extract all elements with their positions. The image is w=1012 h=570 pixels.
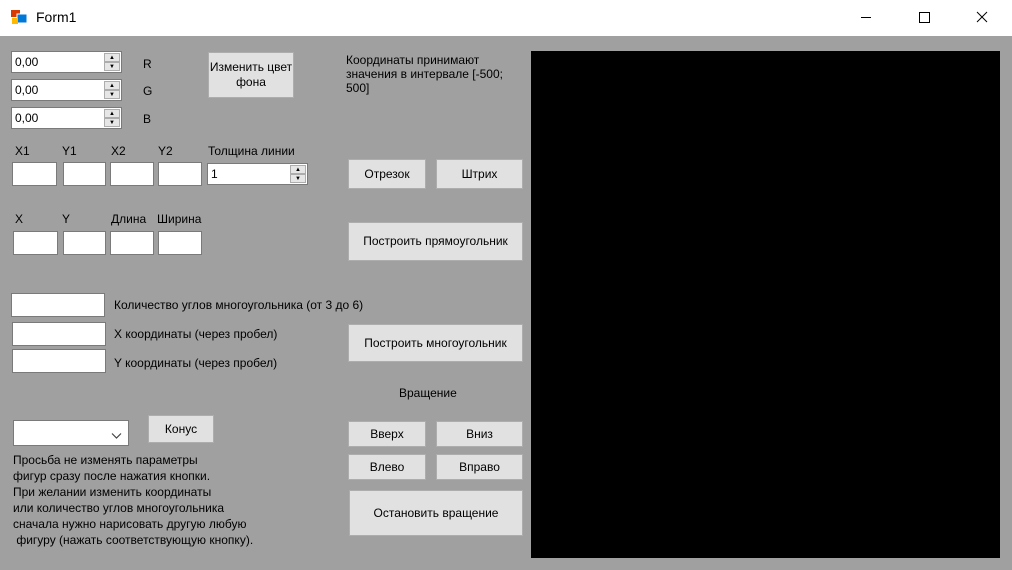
spin-down-icon[interactable]: ▼ xyxy=(104,62,120,71)
x2-input[interactable] xyxy=(110,162,154,186)
polygon-y-label: Y координаты (через пробел) xyxy=(114,356,278,370)
r-label: R xyxy=(143,57,152,71)
note-line: фигур сразу после нажатия кнопки. xyxy=(13,469,211,483)
g-value: 0,00 xyxy=(15,83,39,97)
minimize-button[interactable] xyxy=(843,0,889,36)
rect-y-input[interactable] xyxy=(63,231,106,255)
thickness-label: Толщина линии xyxy=(208,144,295,158)
note-line: Просьба не изменять параметры xyxy=(13,453,198,467)
shape-dropdown[interactable] xyxy=(13,420,129,446)
g-label: G xyxy=(143,84,153,98)
g-numeric-input[interactable]: 0,00 ▲ ▼ xyxy=(11,79,122,101)
y2-label: Y2 xyxy=(158,144,173,158)
thickness-numeric-input[interactable]: 1 ▲ ▼ xyxy=(207,163,308,185)
rect-x-label: X xyxy=(15,212,24,226)
r-spinner[interactable]: ▲ ▼ xyxy=(104,53,120,71)
y1-input[interactable] xyxy=(63,162,106,186)
note-line: сначала нужно нарисовать другую любую xyxy=(13,517,247,531)
change-background-button[interactable]: Изменить цвет фона xyxy=(208,52,294,98)
rotate-right-button[interactable]: Вправо xyxy=(436,454,523,480)
maximize-icon xyxy=(918,11,930,26)
rotate-up-button[interactable]: Вверх xyxy=(348,421,426,447)
b-label: B xyxy=(143,112,152,126)
rect-width-label: Ширина xyxy=(157,212,202,226)
b-spinner[interactable]: ▲ ▼ xyxy=(104,109,120,127)
title-bar: Form1 xyxy=(0,0,1012,36)
rotate-left-button[interactable]: Влево xyxy=(348,454,426,480)
close-button[interactable] xyxy=(959,0,1005,36)
note-line: При желании изменить координаты xyxy=(13,485,212,499)
chevron-down-icon[interactable] xyxy=(111,429,122,443)
spin-up-icon[interactable]: ▲ xyxy=(104,53,120,62)
note-line: или количество углов многоугольника xyxy=(13,501,225,515)
r-numeric-input[interactable]: 0,00 ▲ ▼ xyxy=(11,51,122,73)
thickness-spinner[interactable]: ▲ ▼ xyxy=(290,165,306,183)
note-text: Просьба не изменять параметры фигур сраз… xyxy=(13,452,253,548)
build-rectangle-button[interactable]: Построить прямоугольник xyxy=(348,222,523,261)
spin-down-icon[interactable]: ▼ xyxy=(104,90,120,99)
spin-up-icon[interactable]: ▲ xyxy=(104,109,120,118)
dash-button[interactable]: Штрих xyxy=(436,159,523,189)
app-icon xyxy=(10,9,28,25)
b-numeric-input[interactable]: 0,00 ▲ ▼ xyxy=(11,107,122,129)
y1-label: Y1 xyxy=(62,144,77,158)
y2-input[interactable] xyxy=(158,162,202,186)
g-spinner[interactable]: ▲ ▼ xyxy=(104,81,120,99)
spin-down-icon[interactable]: ▼ xyxy=(290,174,306,183)
stop-rotation-button[interactable]: Остановить вращение xyxy=(349,490,523,536)
form-client-area: 0,00 ▲ ▼ R 0,00 ▲ ▼ G 0,00 ▲ ▼ B Изменит… xyxy=(0,36,1012,570)
rect-width-input[interactable] xyxy=(158,231,202,255)
window-title: Form1 xyxy=(36,9,77,25)
x1-input[interactable] xyxy=(12,162,57,186)
spin-down-icon[interactable]: ▼ xyxy=(104,118,120,127)
rotate-down-button[interactable]: Вниз xyxy=(436,421,523,447)
note-line: фигуру (нажать соответствующую кнопку). xyxy=(13,533,254,547)
b-value: 0,00 xyxy=(15,111,39,125)
polygon-corners-input[interactable] xyxy=(11,293,105,317)
r-value: 0,00 xyxy=(15,55,39,69)
spin-up-icon[interactable]: ▲ xyxy=(290,165,306,174)
minimize-icon xyxy=(860,11,872,26)
polygon-y-input[interactable] xyxy=(12,349,106,373)
cone-button[interactable]: Конус xyxy=(148,415,214,443)
maximize-button[interactable] xyxy=(901,0,947,36)
rect-y-label: Y xyxy=(62,212,71,226)
segment-button[interactable]: Отрезок xyxy=(348,159,426,189)
x2-label: X2 xyxy=(111,144,126,158)
build-polygon-button[interactable]: Построить многоугольник xyxy=(348,324,523,362)
x1-label: X1 xyxy=(15,144,30,158)
coordinates-info-text: Координаты принимают значения в интервал… xyxy=(346,53,503,95)
polygon-x-label: X координаты (через пробел) xyxy=(114,327,278,341)
rotation-label: Вращение xyxy=(399,386,457,400)
close-icon xyxy=(976,11,988,26)
spin-up-icon[interactable]: ▲ xyxy=(104,81,120,90)
polygon-corners-label: Количество углов многоугольника (от 3 до… xyxy=(114,298,364,312)
rect-length-input[interactable] xyxy=(110,231,154,255)
drawing-canvas[interactable] xyxy=(531,51,1000,558)
rect-x-input[interactable] xyxy=(13,231,58,255)
rect-length-label: Длина xyxy=(111,212,147,226)
thickness-value: 1 xyxy=(211,167,218,181)
polygon-x-input[interactable] xyxy=(12,322,106,346)
